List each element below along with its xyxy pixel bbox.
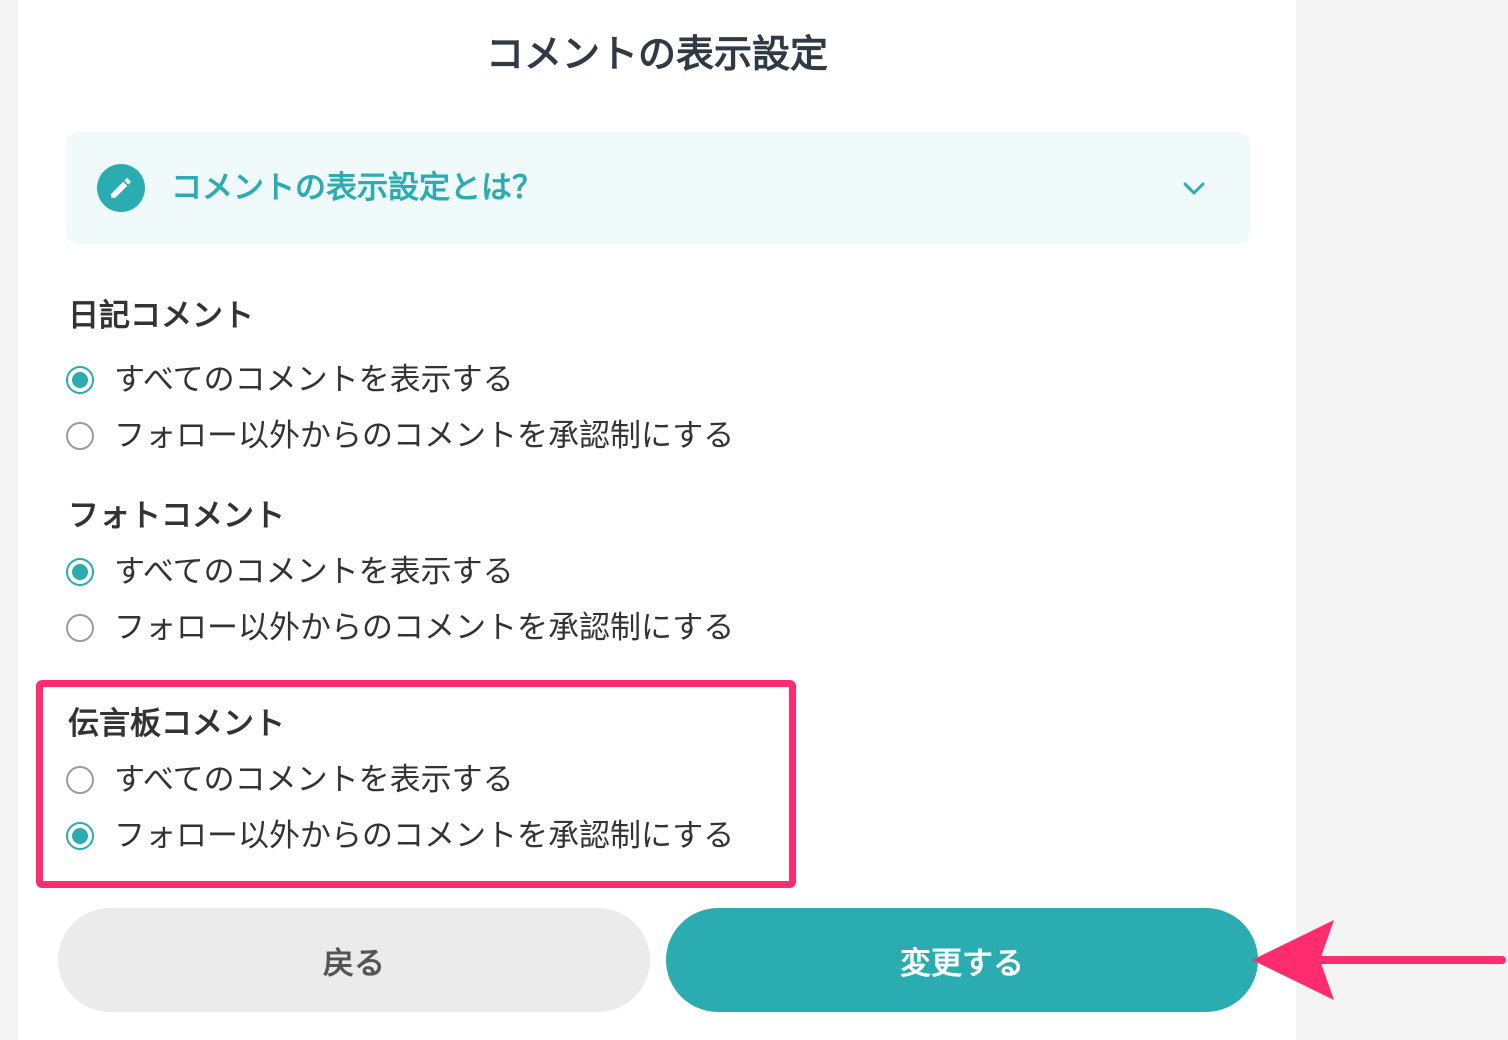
radio-option-diary-approval[interactable]: フォロー以外からのコメントを承認制にする (66, 414, 734, 458)
section-label-photo: フォトコメント (68, 498, 285, 534)
radio-button[interactable] (66, 614, 94, 642)
radio-option-photo-show-all[interactable]: すべてのコメントを表示する (66, 550, 514, 594)
radio-option-photo-approval[interactable]: フォロー以外からのコメントを承認制にする (66, 606, 734, 650)
radio-button[interactable] (66, 366, 94, 394)
radio-label: フォロー以外からのコメントを承認制にする (114, 610, 735, 646)
radio-button[interactable] (66, 558, 94, 586)
pencil-icon (97, 164, 145, 212)
chevron-down-icon[interactable] (1180, 174, 1208, 202)
radio-option-diary-show-all[interactable]: すべてのコメントを表示する (66, 358, 514, 402)
radio-button[interactable] (66, 422, 94, 450)
radio-label: すべてのコメントを表示する (114, 362, 514, 398)
page-title: コメントの表示設定 (485, 32, 828, 76)
help-accordion[interactable]: コメントの表示設定とは？ (66, 132, 1250, 244)
section-label-diary: 日記コメント (68, 298, 254, 334)
radio-label: フォロー以外からのコメントを承認制にする (114, 418, 735, 454)
highlight-annotation-box (36, 680, 796, 888)
back-button[interactable]: 戻る (58, 908, 650, 1012)
settings-panel: コメントの表示設定 コメントの表示設定とは？ 日記コメント すべてのコメントを表… (18, 0, 1296, 1040)
accordion-title: コメントの表示設定とは？ (171, 170, 543, 206)
submit-button[interactable]: 変更する (666, 908, 1258, 1012)
radio-label: すべてのコメントを表示する (114, 554, 514, 590)
annotation-arrow-icon (1252, 920, 1506, 1000)
